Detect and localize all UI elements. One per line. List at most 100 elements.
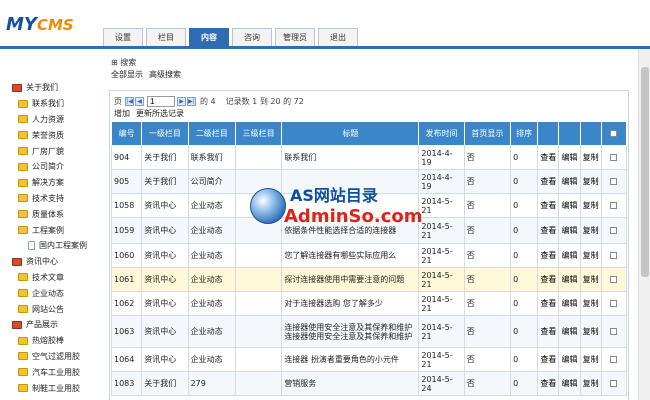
col-home[interactable]: 首页显示 [463, 121, 512, 146]
copy-link[interactable]: 复制 [579, 347, 602, 372]
row-checkbox[interactable] [610, 154, 618, 161]
prev-page-icon[interactable]: ◀ [135, 96, 144, 106]
sidebar-item[interactable]: 联系我们 [0, 96, 104, 112]
sidebar-item[interactable]: 网站公告 [0, 301, 104, 317]
copy-link[interactable]: 复制 [579, 371, 602, 396]
view-link[interactable]: 查看 [537, 193, 560, 218]
tab-consult[interactable]: 咨询 [232, 28, 272, 47]
cell-select[interactable] [600, 267, 628, 292]
next-page-icon[interactable]: ▶ [177, 96, 186, 106]
cell-title[interactable]: 探讨连接器使用中需要注意的问题 [281, 267, 420, 292]
sidebar-item[interactable]: 公司简介 [0, 159, 104, 175]
sidebar-item[interactable]: 技术文章 [0, 270, 104, 286]
last-page-icon[interactable]: ▶| [187, 96, 196, 106]
view-link[interactable]: 查看 [537, 347, 560, 372]
view-link[interactable]: 查看 [537, 267, 560, 292]
col-level3[interactable]: 三级栏目 [234, 121, 283, 146]
edit-link[interactable]: 编辑 [558, 145, 581, 170]
sidebar-item[interactable]: 解决方案 [0, 175, 104, 191]
cell-title[interactable]: 联系我们 [281, 145, 420, 170]
copy-link[interactable]: 复制 [579, 315, 602, 348]
edit-link[interactable]: 编辑 [558, 315, 581, 348]
tab-settings[interactable]: 设置 [103, 28, 143, 47]
col-date[interactable]: 发布时间 [418, 121, 465, 146]
copy-link[interactable]: 复制 [579, 267, 602, 292]
page-scrollbar[interactable] [638, 49, 650, 400]
scrollbar-thumb[interactable] [641, 67, 649, 277]
sidebar-item[interactable]: 荣誉资质 [0, 127, 104, 143]
copy-link[interactable]: 复制 [579, 169, 602, 194]
tab-logout[interactable]: 退出 [318, 28, 358, 47]
edit-link[interactable]: 编辑 [558, 291, 581, 316]
cell-select[interactable] [600, 371, 628, 396]
edit-link[interactable]: 编辑 [558, 193, 581, 218]
col-id[interactable]: 编号 [110, 121, 143, 146]
row-checkbox[interactable] [610, 202, 618, 209]
edit-link[interactable]: 编辑 [558, 169, 581, 194]
cell-select[interactable] [600, 193, 628, 218]
sidebar-item[interactable]: 工程案例 [0, 222, 104, 238]
cell-select[interactable] [600, 315, 628, 348]
cell-select[interactable] [600, 169, 628, 194]
search-toggle[interactable]: ⊞ 搜索 [111, 57, 136, 68]
sidebar-group[interactable]: 产品展示 [0, 317, 104, 333]
col-title[interactable]: 标题 [281, 121, 420, 146]
tab-admin[interactable]: 管理员 [275, 28, 315, 47]
edit-link[interactable]: 编辑 [558, 243, 581, 268]
copy-link[interactable]: 复制 [579, 145, 602, 170]
cell-title[interactable]: 对于连接器选购 您了解多少 [281, 291, 420, 316]
copy-link[interactable]: 复制 [579, 243, 602, 268]
row-checkbox[interactable] [610, 276, 618, 283]
col-level2[interactable]: 二级栏目 [187, 121, 236, 146]
select-all-checkbox[interactable] [610, 130, 618, 137]
cell-select[interactable] [600, 243, 628, 268]
edit-link[interactable]: 编辑 [558, 267, 581, 292]
cell-select[interactable] [600, 217, 628, 244]
update-selected-button[interactable]: 更新所选记录 [136, 108, 184, 119]
col-sort[interactable]: 排序 [510, 121, 539, 146]
cell-select[interactable] [600, 145, 628, 170]
sidebar-item[interactable]: 厂房厂貌 [0, 143, 104, 159]
row-checkbox[interactable] [610, 252, 618, 259]
copy-link[interactable]: 复制 [579, 193, 602, 218]
sidebar-item[interactable]: 技术支持 [0, 191, 104, 207]
sidebar-item[interactable]: 企业动态 [0, 285, 104, 301]
row-checkbox[interactable] [610, 178, 618, 185]
sidebar-group[interactable]: 关于我们 [0, 80, 104, 96]
view-link[interactable]: 查看 [537, 315, 560, 348]
sidebar-item[interactable]: 人力资源 [0, 112, 104, 128]
show-all-link[interactable]: 全部显示 [111, 69, 143, 80]
copy-link[interactable]: 复制 [579, 291, 602, 316]
sidebar-item[interactable]: 质量体系 [0, 206, 104, 222]
sidebar-item[interactable]: 国内工程案例 [0, 238, 104, 254]
edit-link[interactable]: 编辑 [558, 371, 581, 396]
cell-select[interactable] [600, 347, 628, 372]
row-checkbox[interactable] [610, 356, 618, 363]
row-checkbox[interactable] [610, 328, 618, 335]
col-select[interactable] [600, 121, 628, 146]
view-link[interactable]: 查看 [537, 169, 560, 194]
view-link[interactable]: 查看 [537, 243, 560, 268]
first-page-icon[interactable]: |◀ [125, 96, 134, 106]
sidebar-item[interactable]: 热熔胶棒 [0, 333, 104, 349]
edit-link[interactable]: 编辑 [558, 217, 581, 244]
sidebar-group[interactable]: 资讯中心 [0, 254, 104, 270]
tab-content[interactable]: 内容 [189, 28, 229, 47]
row-checkbox[interactable] [610, 300, 618, 307]
view-link[interactable]: 查看 [537, 291, 560, 316]
cell-select[interactable] [600, 291, 628, 316]
sidebar-item[interactable]: 制鞋工业用胶 [0, 380, 104, 396]
cell-title[interactable]: 您了解连接器有哪些实际应用么 [281, 243, 420, 268]
page-number-input[interactable] [147, 95, 175, 107]
edit-link[interactable]: 编辑 [558, 347, 581, 372]
cell-title[interactable]: 连接器使用安全注意及其保养和维护连接器使用安全注意及其保养和维护 [281, 315, 420, 348]
copy-link[interactable]: 复制 [579, 217, 602, 244]
advanced-search-link[interactable]: 高级搜索 [149, 69, 181, 80]
cell-title[interactable]: 营销服务 [281, 371, 420, 396]
view-link[interactable]: 查看 [537, 371, 560, 396]
cell-title[interactable]: 连接器 扮演者重要角色的小元件 [281, 347, 420, 372]
row-checkbox[interactable] [610, 380, 618, 387]
add-button[interactable]: 增加 [114, 108, 130, 119]
col-level1[interactable]: 一级栏目 [141, 121, 189, 146]
view-link[interactable]: 查看 [537, 145, 560, 170]
